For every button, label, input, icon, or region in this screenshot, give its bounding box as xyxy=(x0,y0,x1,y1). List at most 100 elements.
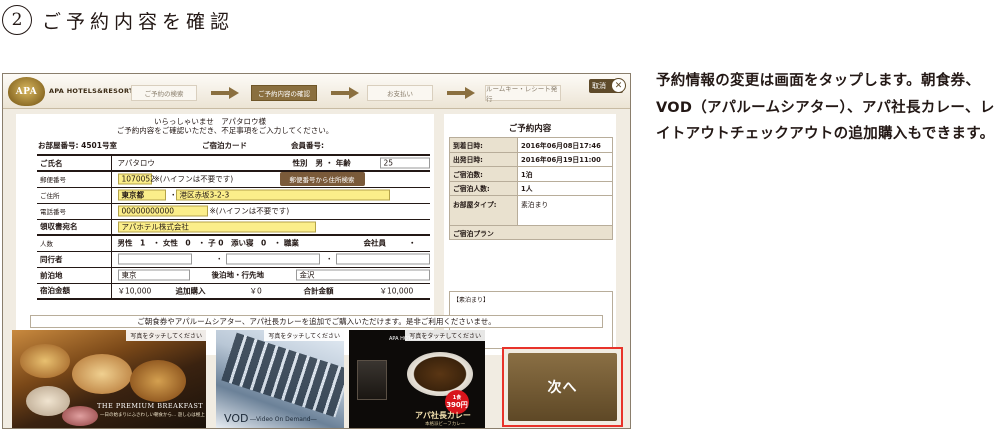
step-arrow-icon xyxy=(211,87,239,99)
description-text: 予約情報の変更は画面をタップします。朝食券、VOD（アパルームシアター）、アパ社… xyxy=(656,73,995,142)
form-row-companion: 同行者 ・ ・ xyxy=(37,251,430,268)
next-stay-label: 後泊地・行先地 xyxy=(211,270,265,280)
extra-label: 追加購入 xyxy=(175,286,206,296)
card-title: ご宿泊カード xyxy=(202,141,247,150)
receipt-label: 領収書宛名 xyxy=(37,219,112,236)
next-stay-field[interactable]: 金沢 xyxy=(295,269,430,281)
name-label: ご氏名 xyxy=(37,154,112,172)
prefecture-field[interactable]: 東京都 xyxy=(117,189,166,201)
summary-row: 出発日時: 2016年06月19日11:00 xyxy=(449,151,613,167)
kiosk-topbar: APA APA HOTELS&RESORTS ご予約の検索 ご予約内容の確認 お… xyxy=(3,74,630,109)
step-issue: ルームキー・レシート発行 xyxy=(485,85,561,103)
room-type-label: お部屋タイプ: xyxy=(449,195,518,226)
companion-label: 同行者 xyxy=(37,251,112,268)
guests-value: 1人 xyxy=(517,180,613,196)
film-strip-image xyxy=(221,332,344,418)
name-value[interactable]: アパタロウ xyxy=(118,158,155,169)
step-payment: お支払い xyxy=(367,85,433,101)
summary-row: ご宿泊数: 1泊 xyxy=(449,166,613,182)
prev-stay-label: 前泊地 xyxy=(37,267,112,284)
plan-label: ご宿泊プラン xyxy=(449,225,613,240)
curry-plate-image xyxy=(407,352,473,396)
summary-row: ご宿泊人数: 1人 xyxy=(449,180,613,196)
breakfast-caption: THE PREMIUM BREAKFAST xyxy=(97,402,204,410)
postal-search-button[interactable]: 郵便番号から住所検索 xyxy=(279,172,365,187)
phone-label: 電話番号 xyxy=(37,203,112,220)
cancel-label: 取消 xyxy=(592,82,606,90)
cancel-button[interactable]: 取消 ✕ xyxy=(589,78,626,93)
guests-label: ご宿泊人数: xyxy=(449,180,518,196)
prev-stay-field[interactable]: 東京 xyxy=(117,269,190,281)
breakfast-tile[interactable]: 写真をタッチしてください THE PREMIUM BREAKFAST 一日の始ま… xyxy=(12,330,206,428)
step-number: 2 xyxy=(11,10,23,30)
summary-row: お部屋タイプ: 素泊まり xyxy=(449,195,613,226)
form-row-amount: 宿泊金額 ￥10,000 追加購入 ￥0 合計金額 ￥10,000 xyxy=(37,283,430,300)
form-row-address: ご住所 東京都 ・ 港区赤坂3-2-3 xyxy=(37,187,430,204)
summary-table: 到着日時: 2016年06月08日17:46 出発日時: 2016年06月19日11… xyxy=(449,137,613,240)
step-arrow-icon xyxy=(331,87,359,99)
postal-label: 郵便番号 xyxy=(37,171,112,188)
section-heading: 2 ご予約内容を確認 xyxy=(2,4,234,36)
companion-separator: ・ xyxy=(325,254,334,264)
people-label: 人数 xyxy=(37,235,112,252)
form-row-phone: 電話番号 00000000000 ※(ハイフンは不要です) xyxy=(37,203,430,220)
phone-field[interactable]: 00000000000 xyxy=(117,205,208,217)
form-row-postal: 郵便番号 1070052 ※(ハイフンは不要です) 郵便番号から住所検索 xyxy=(37,171,430,188)
address-field[interactable]: 港区赤坂3-2-3 xyxy=(175,189,390,201)
departure-label: 出発日時: xyxy=(449,151,518,167)
room-number: お部屋番号: 4501号室 xyxy=(38,141,117,150)
summary-title: ご予約内容 xyxy=(508,124,552,134)
summary-row: 到着日時: 2016年06月08日17:46 xyxy=(449,137,613,153)
next-button[interactable]: 次へ xyxy=(508,353,617,421)
room-type-value: 素泊まり xyxy=(517,195,613,226)
step-search: ご予約の検索 xyxy=(131,85,197,101)
tile-touch-label: 写真をタッチしてください xyxy=(126,330,206,341)
step-confirm: ご予約内容の確認 xyxy=(251,85,317,101)
welcome-instruction: ご予約内容をご確認いただき、不足事項をご入力してください。 xyxy=(116,126,334,135)
phone-note: ※(ハイフンは不要です) xyxy=(209,206,290,216)
close-icon[interactable]: ✕ xyxy=(611,78,626,93)
extra-value: ￥0 xyxy=(249,286,262,296)
job-value[interactable]: 会社員 ・ xyxy=(364,238,417,249)
curry-subtitle: 本格派ビーフカレー xyxy=(425,422,466,427)
brand-name: APA HOTELS&RESORTS xyxy=(49,87,139,95)
breakfast-subcaption: 一日の始まりにふさわしい朝食から... 遊し心は極上 xyxy=(100,413,205,418)
postal-note: ※(ハイフンは不要です) xyxy=(153,174,234,184)
nights-value: 1泊 xyxy=(517,166,613,182)
amount-label: 宿泊金額 xyxy=(37,283,112,300)
form-row-travel: 前泊地 東京 後泊地・行先地 金沢 xyxy=(37,267,430,284)
kiosk-screen: APA APA HOTELS&RESORTS ご予約の検索 ご予約内容の確認 お… xyxy=(2,73,631,429)
price-badge-value: 390円 xyxy=(446,401,468,409)
member-number-label: 会員番号: xyxy=(291,141,324,150)
promo-notice: ご朝食券やアパルームシアター、アパ社長カレーを追加でご購入いただけます。是非ご利… xyxy=(30,315,603,328)
form-row-people: 人数 男性 1 ・ 女性 0 ・ 子 0 添い寝 0 ・ 職業 会社員 ・ xyxy=(37,235,430,252)
vod-tile[interactable]: 写真をタッチしてください VOD ―Video On Demand― xyxy=(216,330,344,428)
curry-title: アパ社長カレー xyxy=(415,411,471,420)
companion-field-3[interactable] xyxy=(335,253,430,265)
form-row-name: ご氏名 アパタロウ 性別 男 ・ 年齢 25 xyxy=(37,154,430,172)
vod-title: VOD xyxy=(224,412,249,425)
vod-subtitle: ―Video On Demand― xyxy=(250,416,317,423)
postal-field[interactable]: 1070052 xyxy=(117,173,155,185)
tile-touch-label: 写真をタッチしてください xyxy=(264,330,344,341)
arrival-value: 2016年06月08日17:46 xyxy=(517,137,613,153)
departure-value: 2016年06月19日11:00 xyxy=(517,151,613,167)
companion-field-2[interactable] xyxy=(225,253,320,265)
arrival-label: 到着日時: xyxy=(449,137,518,153)
companion-field-1[interactable] xyxy=(117,253,192,265)
form-row-receipt: 領収書宛名 アパホテル株式会社 xyxy=(37,219,430,236)
next-button-highlight: 次へ xyxy=(502,347,623,427)
amount-value: ￥10,000 xyxy=(117,286,152,296)
step-arrow-icon xyxy=(447,87,475,99)
age-field[interactable]: 25 xyxy=(379,157,430,169)
receipt-field[interactable]: アパホテル株式会社 xyxy=(117,221,316,233)
people-value[interactable]: 男性 1 ・ 女性 0 ・ 子 0 添い寝 0 ・ 職業 xyxy=(118,238,299,249)
apa-logo: APA xyxy=(8,77,45,106)
summary-row: ご宿泊プラン xyxy=(449,225,613,240)
step-number-badge: 2 xyxy=(2,5,32,35)
curry-tile[interactable]: APA HOTELS&RESORTS 写真をタッチしてください 1食 390円 … xyxy=(349,330,485,428)
section-title: ご予約内容を確認 xyxy=(42,10,235,33)
president-portrait-image xyxy=(357,360,387,400)
registration-form: ご氏名 アパタロウ 性別 男 ・ 年齢 25 郵便番号 1070052 ※(ハイ… xyxy=(37,154,430,300)
gender-value[interactable]: 男 ・ 年齢 xyxy=(316,158,351,169)
